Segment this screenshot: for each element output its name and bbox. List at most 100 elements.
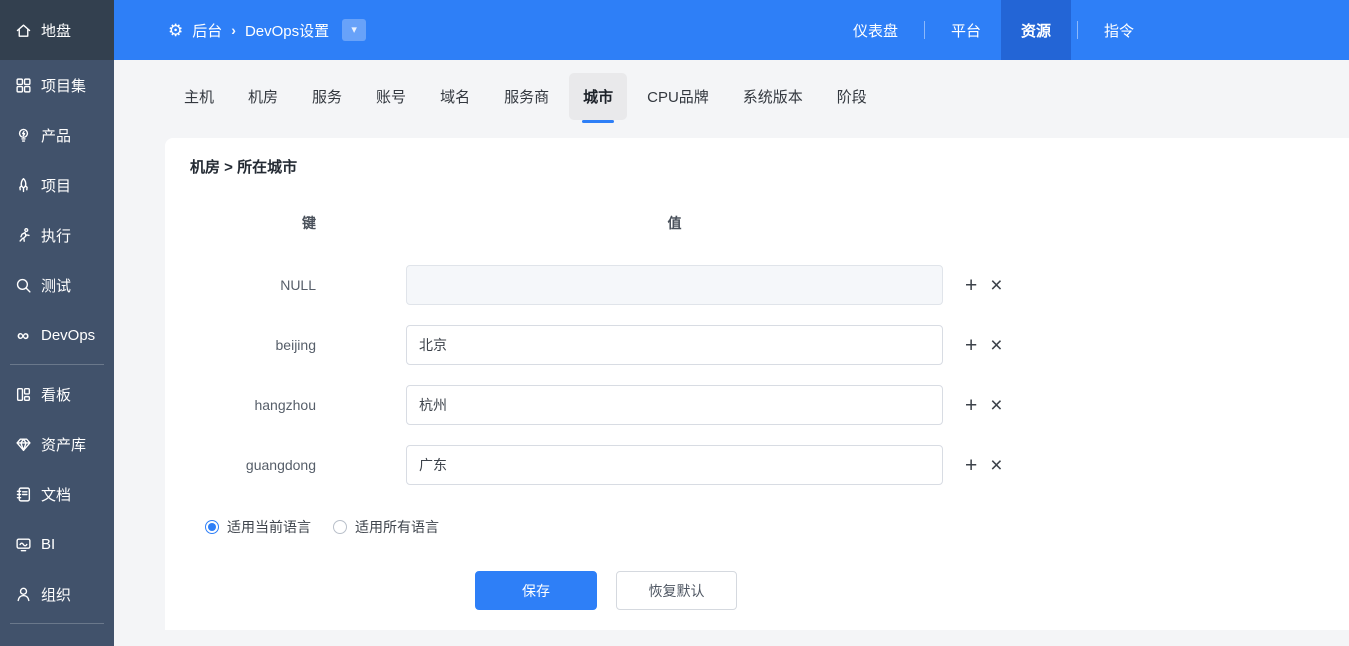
runner-icon bbox=[14, 226, 32, 244]
delete-row-button[interactable]: × bbox=[990, 275, 1002, 296]
radio-all-languages[interactable]: 适用所有语言 bbox=[333, 517, 439, 537]
sidebar-item-label: 项目 bbox=[41, 177, 72, 195]
row-value-input[interactable] bbox=[406, 325, 943, 365]
topnav-divider bbox=[923, 21, 925, 39]
tab-stage[interactable]: 阶段 bbox=[823, 73, 881, 120]
tab-service[interactable]: 服务 bbox=[298, 73, 356, 120]
row-key-label: beijing bbox=[275, 337, 316, 353]
sidebar-item-label: DevOps bbox=[41, 326, 96, 344]
sidebar-item-bi[interactable]: BI bbox=[0, 519, 114, 569]
row-value-input[interactable] bbox=[406, 385, 943, 425]
close-icon: × bbox=[990, 273, 1003, 297]
table-row: NULL + × bbox=[190, 265, 1349, 305]
sidebar-item-execution[interactable]: 执行 bbox=[0, 210, 114, 260]
sidebar-item-home[interactable]: 地盘 bbox=[0, 0, 114, 60]
radio-icon bbox=[205, 520, 219, 534]
row-value-input bbox=[406, 265, 943, 305]
sidebar-item-label: 项目集 bbox=[41, 77, 87, 95]
radio-label: 适用所有语言 bbox=[355, 519, 439, 535]
delete-row-button[interactable]: × bbox=[990, 335, 1002, 356]
delete-row-button[interactable]: × bbox=[990, 455, 1002, 476]
breadcrumb-page[interactable]: DevOps设置 bbox=[245, 20, 329, 41]
row-actions: + × bbox=[965, 395, 1003, 416]
sidebar-item-label: 文档 bbox=[41, 486, 72, 504]
sidebar-item-project[interactable]: 项目 bbox=[0, 160, 114, 210]
delete-row-button[interactable]: × bbox=[990, 395, 1002, 416]
tab-host[interactable]: 主机 bbox=[170, 73, 228, 120]
sidebar-item-docs[interactable]: 文档 bbox=[0, 469, 114, 519]
top-nav: 仪表盘 平台 资源 指令 bbox=[833, 0, 1154, 60]
plus-icon: + bbox=[965, 273, 978, 297]
sidebar-item-label: 资产库 bbox=[41, 436, 87, 454]
page-title: 机房 > 所在城市 bbox=[190, 159, 298, 176]
key-column-header: 键 bbox=[302, 215, 316, 231]
home-icon bbox=[14, 21, 32, 39]
topnav-divider bbox=[1076, 21, 1078, 39]
sidebar-item-label: BI bbox=[41, 535, 56, 553]
tab-account[interactable]: 账号 bbox=[362, 73, 420, 120]
row-value-input[interactable] bbox=[406, 445, 943, 485]
close-icon: × bbox=[990, 393, 1003, 417]
tab-bar: 主机 机房 服务 账号 域名 服务商 城市 CPU品牌 系统版本 阶段 bbox=[114, 60, 1349, 133]
breadcrumb-dropdown-button[interactable]: ▾ bbox=[342, 19, 367, 41]
language-scope-options: 适用当前语言 适用所有语言 bbox=[205, 517, 1349, 537]
tab-cpu-brand[interactable]: CPU品牌 bbox=[633, 73, 723, 120]
chevron-down-icon: ▾ bbox=[351, 24, 357, 36]
table-row: guangdong + × bbox=[190, 445, 1349, 485]
tab-city[interactable]: 城市 bbox=[569, 73, 628, 123]
action-buttons: 保存 恢复默认 bbox=[475, 571, 1349, 610]
settings-card: 机房 > 所在城市 键 值 NULL + × beijing 北京 + × ha… bbox=[165, 138, 1349, 630]
sidebar-item-label: 看板 bbox=[41, 386, 72, 404]
sidebar-item-devops[interactable]: ∞ DevOps bbox=[0, 310, 114, 360]
save-button[interactable]: 保存 bbox=[475, 571, 597, 610]
row-key-label: hangzhou bbox=[254, 397, 316, 413]
row-actions: + × bbox=[965, 455, 1003, 476]
add-row-button[interactable]: + bbox=[965, 395, 977, 416]
app-window: 地盘 项目集 产品 项目 执行 测试 ∞ DevOps 看板 资产库 文档 BI… bbox=[0, 0, 1349, 646]
sidebar-item-program[interactable]: 项目集 bbox=[0, 60, 114, 110]
plus-icon: + bbox=[965, 453, 978, 477]
row-key-label: NULL bbox=[280, 277, 316, 293]
sidebar-item-product[interactable]: 产品 bbox=[0, 110, 114, 160]
sidebar-item-label: 地盘 bbox=[41, 22, 72, 40]
restore-defaults-button[interactable]: 恢复默认 bbox=[616, 571, 737, 610]
table-header: 键 值 bbox=[190, 213, 1349, 233]
sidebar-divider bbox=[10, 623, 104, 624]
sidebar-item-org[interactable]: 组织 bbox=[0, 569, 114, 619]
content-area: 机房 > 所在城市 键 值 NULL + × beijing 北京 + × ha… bbox=[114, 133, 1349, 646]
add-row-button[interactable]: + bbox=[965, 335, 977, 356]
row-actions: + × bbox=[965, 275, 1003, 296]
sidebar-item-test[interactable]: 测试 bbox=[0, 260, 114, 310]
close-icon: × bbox=[990, 453, 1003, 477]
infinity-icon: ∞ bbox=[16, 325, 30, 345]
radio-label: 适用当前语言 bbox=[227, 519, 311, 535]
sidebar-item-label: 测试 bbox=[41, 277, 72, 295]
breadcrumb: ⚙ 后台 › DevOps设置 ▾ bbox=[114, 19, 367, 41]
tab-domain[interactable]: 域名 bbox=[426, 73, 484, 120]
close-icon: × bbox=[990, 333, 1003, 357]
topnav-item-platform[interactable]: 平台 bbox=[931, 0, 1001, 60]
sidebar-item-label: 产品 bbox=[41, 127, 72, 145]
row-key-label: guangdong bbox=[245, 457, 316, 473]
sidebar-item-label: 组织 bbox=[41, 586, 72, 604]
sidebar-item-kanban[interactable]: 看板 bbox=[0, 369, 114, 419]
tab-serverroom[interactable]: 机房 bbox=[234, 73, 292, 120]
add-row-button[interactable]: + bbox=[965, 455, 977, 476]
topnav-item-dashboard[interactable]: 仪表盘 bbox=[833, 0, 918, 60]
person-icon bbox=[14, 585, 32, 603]
sidebar-item-assets[interactable]: 资产库 bbox=[0, 419, 114, 469]
sidebar-divider bbox=[10, 364, 104, 365]
tab-os-version[interactable]: 系统版本 bbox=[729, 73, 817, 120]
topnav-item-resources[interactable]: 资源 bbox=[1000, 0, 1071, 60]
tab-provider[interactable]: 服务商 bbox=[490, 73, 563, 120]
add-row-button[interactable]: + bbox=[965, 275, 977, 296]
monitor-icon bbox=[14, 535, 32, 553]
breadcrumb-section[interactable]: 后台 bbox=[192, 20, 222, 41]
gear-icon: ⚙ bbox=[168, 20, 184, 40]
bulb-icon bbox=[14, 126, 32, 144]
breadcrumb-separator-icon: › bbox=[231, 22, 236, 38]
topnav-item-commands[interactable]: 指令 bbox=[1084, 0, 1154, 60]
plus-icon: + bbox=[965, 393, 978, 417]
radio-current-language[interactable]: 适用当前语言 bbox=[205, 517, 311, 537]
value-column-header: 值 bbox=[667, 215, 682, 231]
